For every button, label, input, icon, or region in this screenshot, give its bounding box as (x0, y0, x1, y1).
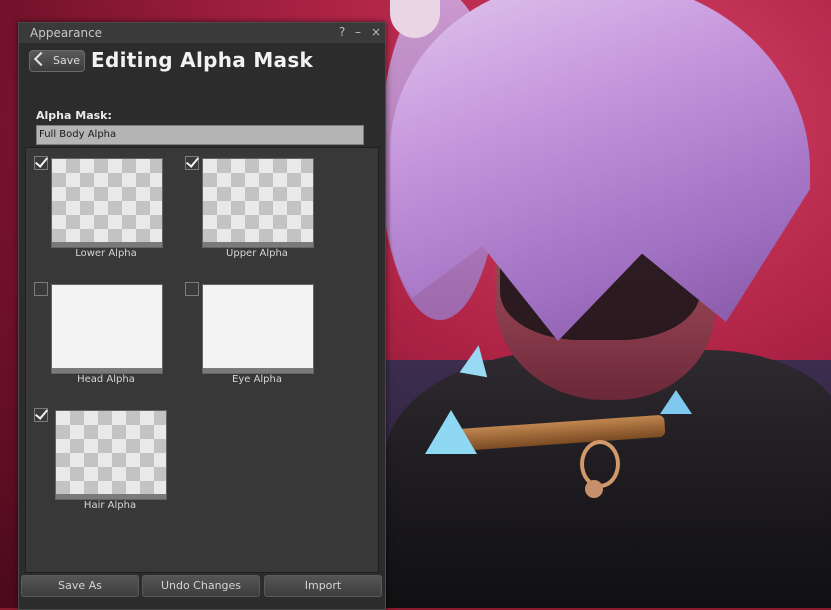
minimize-icon[interactable]: – (355, 25, 361, 39)
panel-title: Appearance (30, 26, 103, 40)
head-alpha-texture-swatch[interactable] (51, 284, 163, 374)
hair-alpha-checkbox[interactable] (34, 406, 49, 422)
jacket-glow-accent (425, 410, 477, 454)
alpha-item-upper: Upper Alpha (185, 154, 325, 274)
save-back-label: Save (53, 54, 81, 67)
alpha-item-head: Head Alpha (34, 282, 174, 400)
alpha-texture-list: Lower Alpha Upper Alpha Head Alpha Eye A… (25, 147, 379, 573)
lower-alpha-label: Lower Alpha (75, 248, 137, 259)
panel-footer: Save As Undo Changes Import (19, 575, 385, 597)
undo-changes-button[interactable]: Undo Changes (142, 575, 260, 597)
lower-alpha-checkbox[interactable] (34, 154, 49, 170)
page-title: Editing Alpha Mask (91, 48, 314, 72)
eye-alpha-texture-swatch[interactable] (202, 284, 314, 374)
upper-alpha-checkbox[interactable] (185, 154, 200, 170)
collar-ring (580, 440, 620, 488)
head-alpha-checkbox[interactable] (34, 282, 48, 296)
checkmark-icon (34, 406, 49, 420)
hair-alpha-label: Hair Alpha (83, 500, 137, 511)
checkmark-icon (185, 154, 200, 168)
alpha-mask-name-input[interactable]: Full Body Alpha (36, 125, 364, 145)
alpha-item-eye: Eye Alpha (185, 282, 325, 400)
alpha-item-lower: Lower Alpha (34, 154, 174, 274)
import-button[interactable]: Import (264, 575, 382, 597)
lower-alpha-texture-swatch[interactable] (51, 158, 163, 248)
help-icon[interactable]: ? (339, 25, 345, 39)
alpha-mask-label: Alpha Mask: (36, 109, 112, 122)
jacket-glow-accent (660, 390, 692, 414)
alpha-item-hair: Hair Alpha (34, 406, 174, 526)
save-back-button[interactable]: Save (29, 50, 85, 72)
save-as-button[interactable]: Save As (21, 575, 139, 597)
upper-alpha-texture-swatch[interactable] (202, 158, 314, 248)
checkmark-icon (34, 154, 49, 168)
eye-alpha-label: Eye Alpha (232, 374, 282, 385)
head-alpha-label: Head Alpha (77, 374, 135, 385)
collar-bell (585, 480, 603, 498)
appearance-panel: Appearance ? – × Save Editing Alpha Mask… (18, 22, 386, 610)
eye-alpha-checkbox[interactable] (185, 282, 199, 296)
jacket-glow-accent (459, 342, 493, 378)
panel-titlebar[interactable]: Appearance ? – × (19, 23, 385, 43)
close-icon[interactable]: × (371, 25, 381, 39)
hair-alpha-texture-swatch[interactable] (55, 410, 167, 500)
panel-header: Save Editing Alpha Mask Alpha Mask: Full… (19, 43, 385, 145)
chevron-left-icon (33, 51, 49, 67)
upper-alpha-label: Upper Alpha (226, 248, 288, 259)
